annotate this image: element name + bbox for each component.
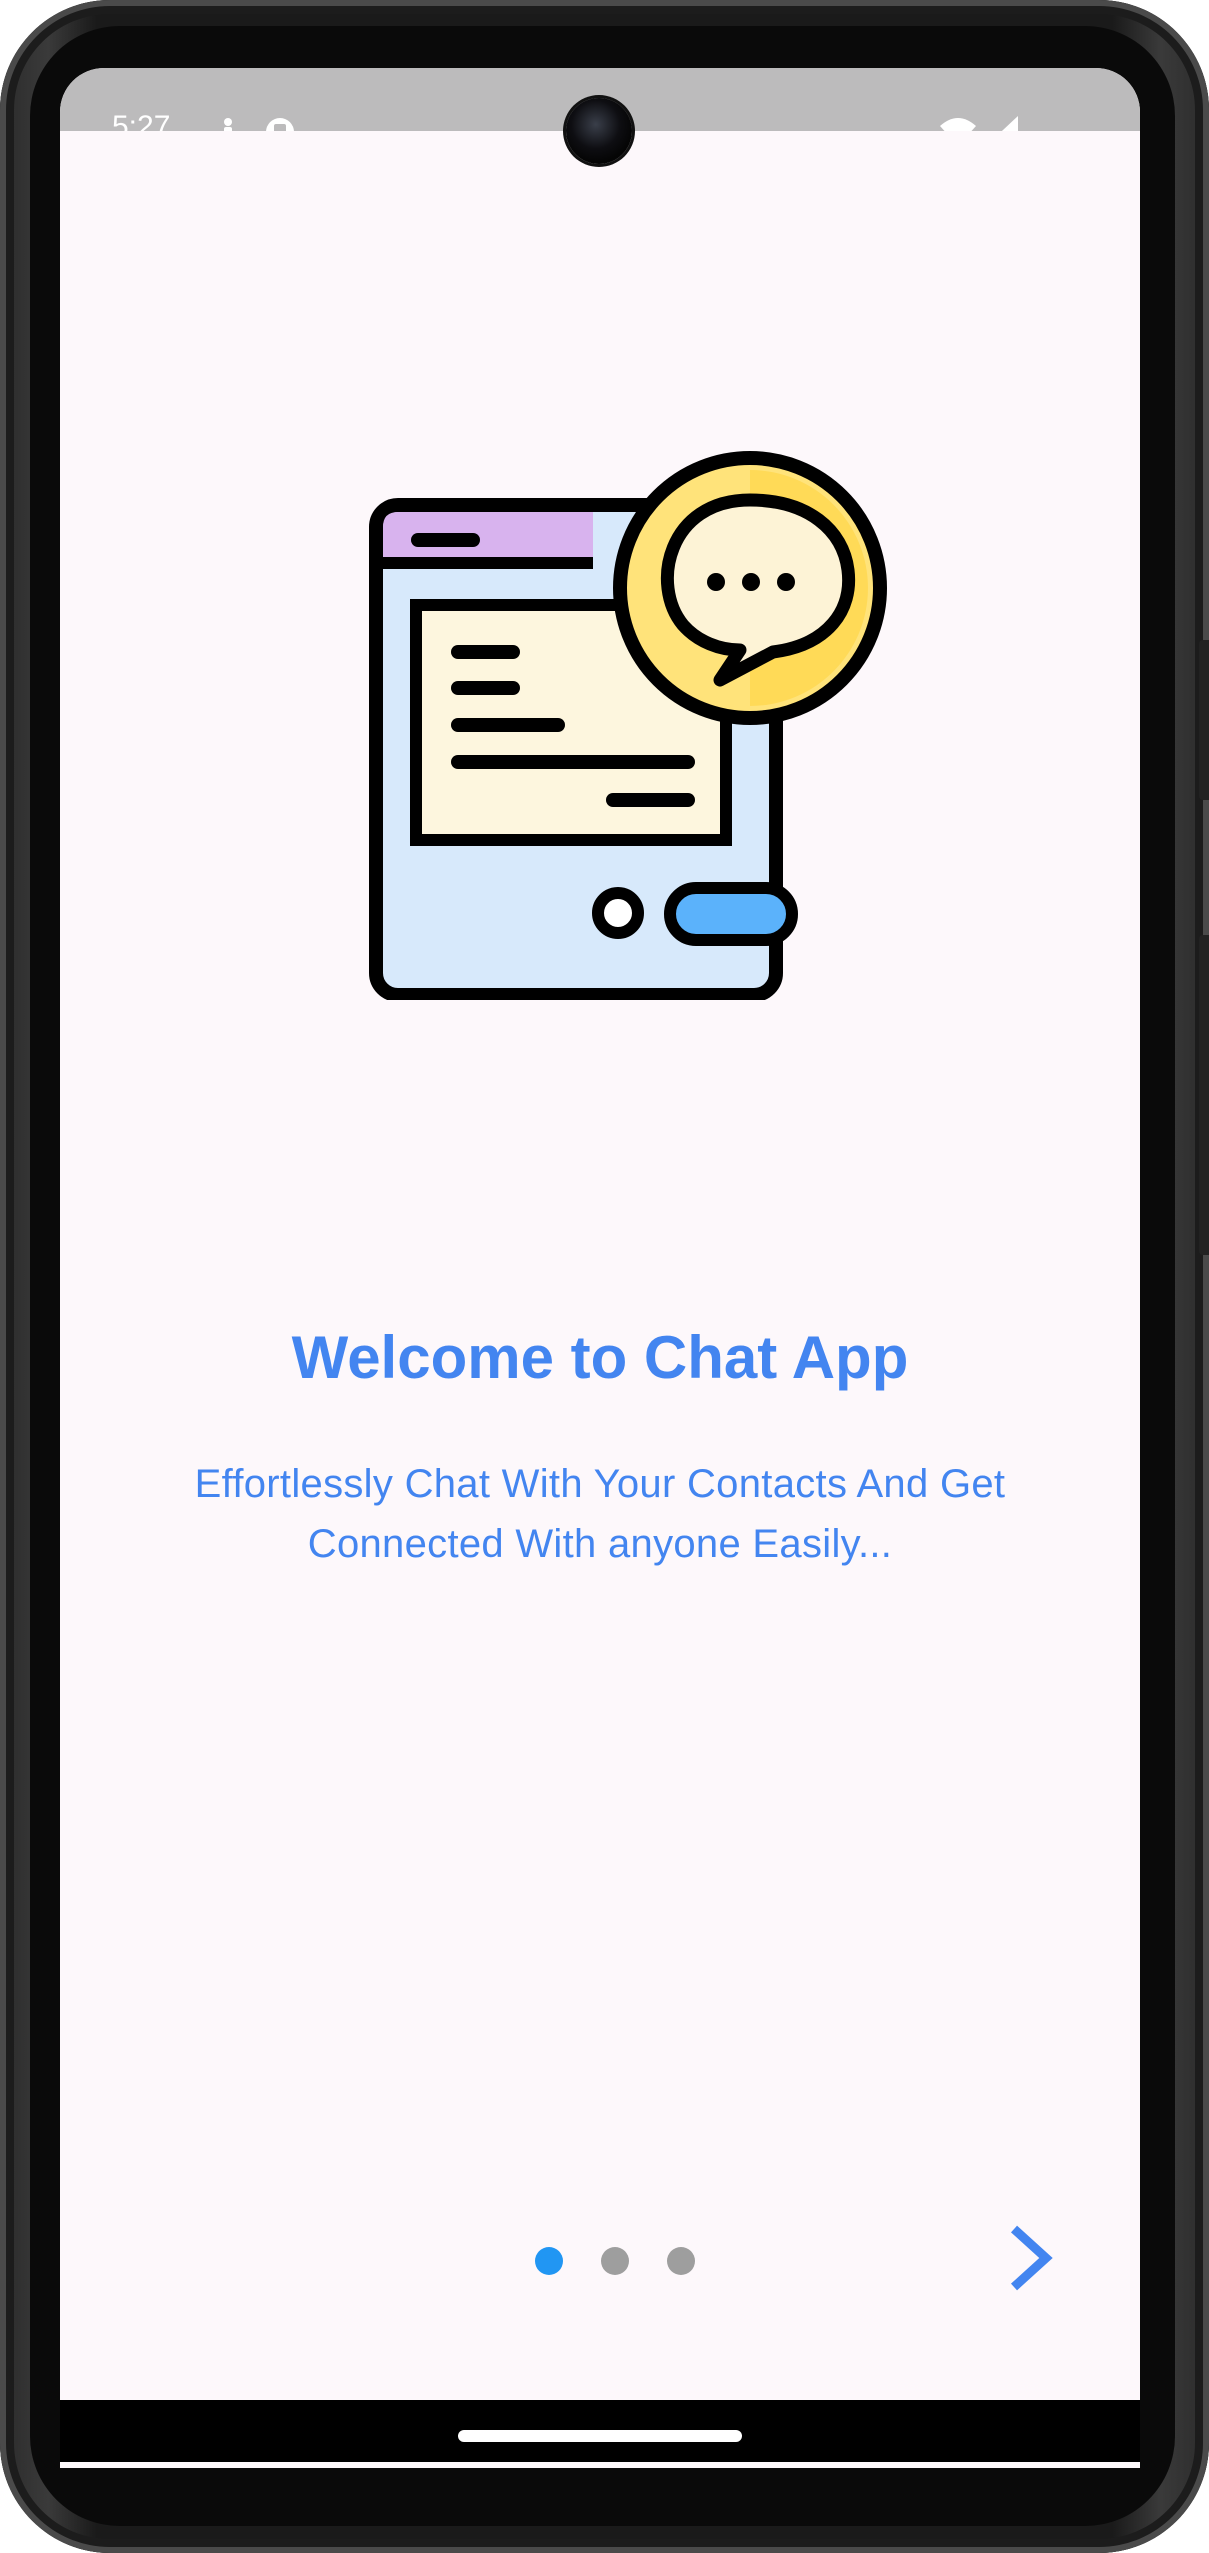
status-time: 5:27: [112, 112, 171, 131]
next-button[interactable]: [990, 2218, 1070, 2298]
chat-app-illustration: [368, 380, 898, 1002]
wifi-icon: [940, 118, 976, 131]
app-screen: 5:27 Welcome to Chat App Effortlessly Ch…: [60, 68, 1140, 2468]
page-dot-2[interactable]: [601, 2247, 629, 2275]
chevron-right-icon: [1010, 2225, 1053, 2291]
page-dot-3[interactable]: [667, 2247, 695, 2275]
signal-icon: [1001, 116, 1018, 131]
onboarding-subtitle-line1: Effortlessly Chat With Your Contacts And…: [194, 1462, 1006, 1506]
home-indicator[interactable]: [458, 2430, 742, 2442]
navigation-bar: [60, 2400, 1140, 2462]
sim-icon: [266, 118, 294, 131]
onboarding-subtitle-line2: Connected With anyone Easily...: [307, 1522, 893, 1566]
status-icons-right: [938, 116, 1028, 131]
chat-bubble-icon: [613, 451, 887, 725]
power-button: [1199, 640, 1209, 800]
front-camera: [566, 98, 632, 164]
onboarding-subtitle: Effortlessly Chat With Your Contacts And…: [160, 1454, 1040, 1574]
status-icons-left: [220, 116, 300, 131]
volume-button: [1199, 935, 1209, 1255]
person-icon: [224, 118, 232, 131]
page-dot-1[interactable]: [535, 2247, 563, 2275]
onboarding-title: Welcome to Chat App: [291, 1324, 909, 1391]
page-indicator: [535, 2246, 695, 2276]
